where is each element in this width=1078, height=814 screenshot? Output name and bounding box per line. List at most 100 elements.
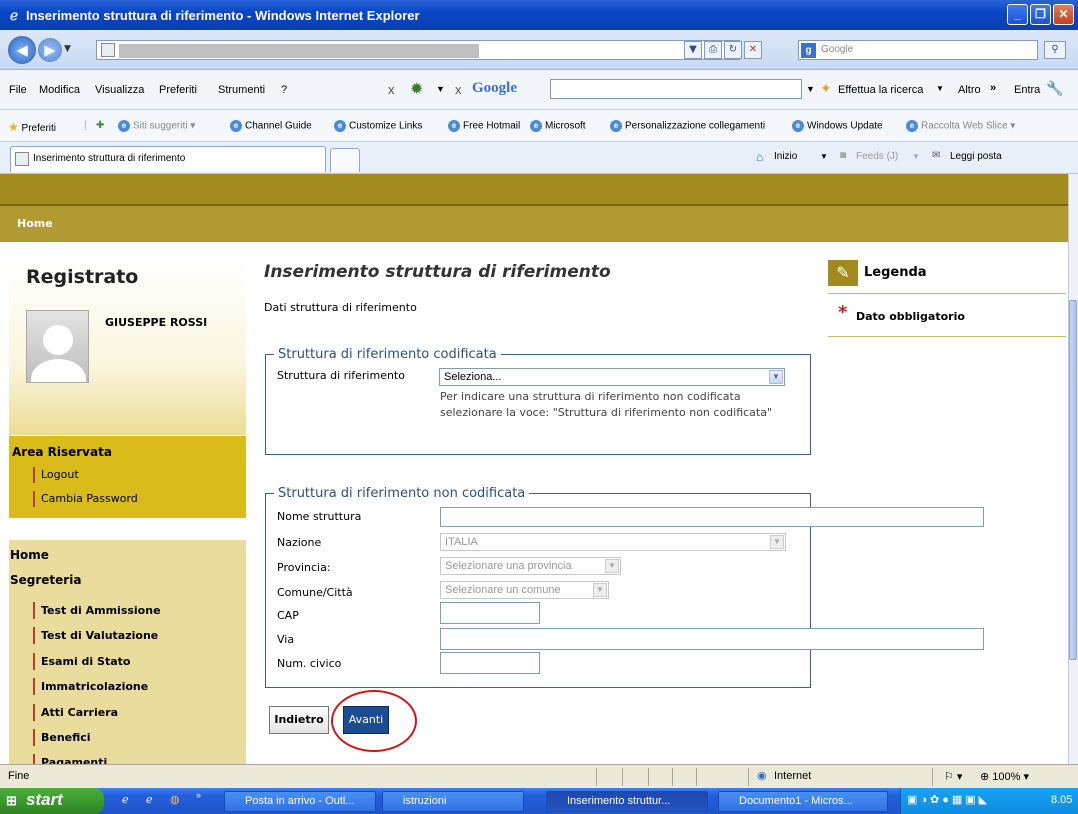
effettua-ricerca-button[interactable]: Effettua la ricerca — [838, 84, 923, 96]
province-select[interactable]: Selezionare una provincia ▼ — [440, 557, 621, 575]
back-arrow-icon[interactable]: ◀ — [8, 36, 36, 64]
province-select-value: Selezionare una provincia — [445, 560, 572, 572]
mail-icon[interactable]: ✉ — [932, 150, 940, 161]
zoom-level[interactable]: ⊕ 100% ▾ — [980, 770, 1029, 783]
fav-siti-suggeriti[interactable]: e Siti suggeriti ▾ — [118, 120, 195, 132]
history-dropdown-icon[interactable]: ▼ — [64, 44, 71, 54]
maximize-button[interactable]: ❐ — [1030, 4, 1051, 25]
scrollbar-thumb[interactable] — [1069, 300, 1077, 660]
fav-web-slice[interactable]: e Raccolta Web Slice ▾ — [906, 120, 1015, 132]
home-button[interactable]: Inizio — [774, 151, 797, 162]
minimize-button[interactable]: _ — [1007, 4, 1028, 25]
fav-channel-guide[interactable]: e Channel Guide — [230, 120, 312, 132]
translate-icon[interactable]: ✹ — [410, 79, 423, 99]
stop-icon[interactable]: ✕ — [744, 41, 762, 59]
nav-pagamenti[interactable]: Pagamenti — [33, 754, 107, 764]
menu-visualizza[interactable]: Visualizza — [95, 84, 144, 96]
structure-select-value: Seleziona... — [444, 371, 502, 383]
province-label: Provincia: — [277, 561, 331, 574]
breadcrumb-home[interactable]: Home — [17, 217, 53, 230]
logout-link[interactable]: Logout — [33, 467, 79, 483]
more-chevron-icon[interactable]: » — [990, 82, 996, 94]
refresh-icon[interactable]: ↻ — [724, 41, 742, 59]
street-input[interactable] — [440, 628, 984, 650]
compatibility-icon[interactable]: ⎙ — [704, 41, 722, 59]
ricerca-dropdown-icon[interactable]: ▼ — [936, 84, 944, 93]
close-google-toolbar-icon[interactable]: x — [455, 82, 462, 97]
fav-label: Free Hotmail — [463, 120, 521, 132]
menu-file[interactable]: File — [9, 84, 27, 96]
search-placeholder: Google — [821, 44, 854, 55]
task-word[interactable]: Documento1 - Micros... — [718, 791, 888, 812]
altro-button[interactable]: Altro — [958, 84, 981, 96]
quicklaunch-ie-icon[interactable]: ℯ — [122, 793, 129, 806]
cap-input[interactable] — [440, 602, 540, 624]
fav-customize-links[interactable]: e Customize Links — [334, 120, 422, 132]
read-mail-button[interactable]: Leggi posta — [950, 151, 1002, 162]
quicklaunch-ie2-icon[interactable]: ℯ — [146, 793, 153, 806]
add-favorite-icon[interactable]: ✚ — [96, 120, 104, 131]
nav-test-valutazione[interactable]: Test di Valutazione — [33, 627, 158, 644]
close-toolbar-icon[interactable]: x — [388, 82, 395, 97]
fav-microsoft[interactable]: e Microsoft — [530, 120, 586, 132]
fav-personalizzazione[interactable]: e Personalizzazione collegamenti — [610, 120, 765, 132]
menu-help[interactable]: ? — [281, 84, 287, 96]
feeds-dropdown-icon[interactable]: ▼ — [912, 152, 920, 161]
address-dropdown-icon[interactable]: ▼ — [684, 41, 702, 59]
city-select[interactable]: Selezionare un comune ▼ — [440, 581, 609, 599]
fav-free-hotmail[interactable]: e Free Hotmail — [448, 120, 520, 132]
task-label: Posta in arrivo - Outl... — [245, 795, 355, 807]
nation-select[interactable]: ITALIA ▼ — [440, 533, 786, 551]
taskbar: ⊞ start ℯ ℯ ◍ » Posta in arrivo - Outl..… — [0, 788, 1078, 814]
protected-mode-icon[interactable]: ⚐ ▾ — [944, 770, 962, 783]
url-redacted — [119, 44, 479, 58]
feeds-button[interactable]: Feeds (J) — [856, 151, 898, 162]
nav-segreteria[interactable]: Segreteria — [10, 573, 81, 587]
wrench-icon[interactable]: 🔧 — [1046, 80, 1063, 97]
entra-button[interactable]: Entra — [1014, 84, 1040, 96]
task-ie-active[interactable]: Inserimento struttur... — [546, 791, 708, 812]
address-bar[interactable] — [96, 40, 740, 60]
tab-active[interactable]: Inserimento struttura di riferimento — [10, 146, 326, 172]
home-dropdown-icon[interactable]: ▼ — [820, 152, 828, 161]
new-tab-button[interactable] — [330, 148, 360, 172]
nav-home[interactable]: Home — [10, 548, 49, 562]
feeds-icon[interactable]: ◙ — [840, 150, 846, 161]
fav-label: Raccolta Web Slice — [921, 120, 1008, 132]
task-istruzioni[interactable]: istruzioni — [382, 791, 524, 812]
menu-preferiti[interactable]: Preferiti — [159, 84, 197, 96]
menu-modifica[interactable]: Modifica — [39, 84, 80, 96]
nav-test-ammissione[interactable]: Test di Ammissione — [33, 602, 161, 619]
menu-strumenti[interactable]: Strumenti — [218, 84, 265, 96]
structure-select[interactable]: Seleziona... ▼ — [439, 368, 785, 386]
quicklaunch-more-icon[interactable]: » — [196, 790, 201, 800]
tray-icons[interactable]: ▣◑✿●▦▣◣ — [907, 793, 990, 806]
nav-immatricolazione[interactable]: Immatricolazione — [33, 678, 148, 695]
search-box[interactable]: g Google — [798, 40, 1038, 60]
nav-esami-stato[interactable]: Esami di Stato — [33, 653, 130, 670]
task-label: istruzioni — [403, 795, 447, 807]
fav-windows-update[interactable]: e Windows Update — [792, 120, 883, 132]
toolbar-dropdown-icon[interactable]: ▼ — [436, 84, 445, 94]
quicklaunch-firefox-icon[interactable]: ◍ — [170, 793, 180, 806]
window-title-bar[interactable]: ℯ Inserimento struttura di riferimento -… — [0, 0, 1078, 30]
back-button[interactable]: Indietro — [269, 706, 329, 734]
search-icon[interactable]: ⚲ — [1044, 41, 1066, 59]
forward-arrow-icon[interactable]: ▶ — [38, 38, 62, 62]
status-text: Fine — [8, 770, 30, 782]
structure-hint: Per indicare una struttura di riferiment… — [440, 390, 773, 419]
nav-atti-carriera[interactable]: Atti Carriera — [33, 704, 118, 721]
favorites-button[interactable]: ★ Preferiti — [8, 120, 56, 134]
civic-input[interactable] — [440, 652, 540, 674]
google-dropdown-icon[interactable]: ▼ — [806, 84, 815, 94]
start-button[interactable]: ⊞ start — [0, 788, 104, 814]
close-button[interactable]: ✕ — [1053, 4, 1074, 25]
home-icon[interactable]: ⌂ — [756, 150, 763, 164]
google-toolbar-input[interactable] — [550, 79, 802, 99]
task-outlook[interactable]: Posta in arrivo - Outl... — [224, 791, 376, 812]
nav-benefici[interactable]: Benefici — [33, 729, 91, 746]
change-password-link[interactable]: Cambia Password — [33, 491, 138, 507]
name-input[interactable] — [440, 507, 984, 527]
ie-page-icon: e — [118, 120, 130, 132]
zone-text: Internet — [774, 770, 812, 782]
